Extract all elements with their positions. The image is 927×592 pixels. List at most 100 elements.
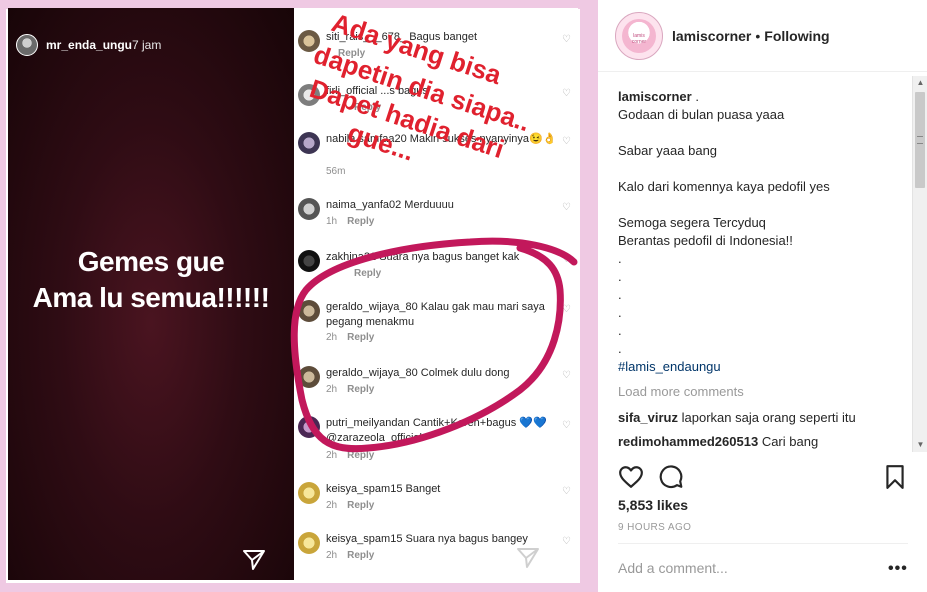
avatar[interactable]: lamis corner	[615, 12, 663, 60]
paper-plane-icon	[243, 550, 265, 570]
comment-time: 2h	[326, 384, 338, 395]
comment-reply: Reply	[354, 102, 382, 113]
comment-username: naima_yanfa02	[326, 199, 402, 211]
action-bar	[598, 456, 927, 496]
caption-username[interactable]: lamiscorner	[618, 89, 692, 104]
likes-count[interactable]: 5,853 likes	[618, 497, 688, 513]
scroll-down-arrow-icon[interactable]: ▼	[913, 438, 927, 452]
story-username: mr_enda_ungu	[46, 38, 133, 52]
comment-reply: Reply	[347, 332, 375, 343]
comment-username: zakhina21	[326, 251, 377, 263]
heart-icon: ♡	[562, 202, 571, 213]
comments-screenshot: siti_rais___678_ Bagus banget Reply ♡ fi…	[294, 8, 578, 580]
post-media[interactable]: mr_enda_ungu 7 jam Gemes gue Ama lu semu…	[0, 0, 598, 592]
heart-icon: ♡	[562, 304, 571, 315]
caption-line: .	[618, 341, 622, 356]
story-screenshot: mr_enda_ungu 7 jam Gemes gue Ama lu semu…	[8, 8, 294, 580]
comment-avatar	[298, 84, 320, 106]
comment-username: geraldo_wijaya_80	[326, 301, 418, 313]
comment-username: keisya_spam15	[326, 533, 403, 545]
comment-text: Suara nya bagus banget kak	[379, 251, 520, 263]
caption-line: .	[618, 323, 622, 338]
comment-reply: Reply	[347, 216, 375, 227]
comment-time: 56m	[326, 166, 346, 177]
comment-time: 1h	[326, 216, 338, 227]
paper-plane-icon	[517, 548, 539, 568]
load-more-comments-button[interactable]: Load more comments	[618, 384, 744, 399]
comment-avatar	[298, 250, 320, 272]
comment-reply: Reply	[347, 500, 375, 511]
comment-row: zakhina21 Suara nya bagus banget kak Rep…	[294, 250, 578, 300]
caption-line: .	[618, 287, 622, 302]
heart-icon: ♡	[562, 254, 571, 265]
caption-line: Berantas pedofil di Indonesia!!	[618, 233, 793, 248]
caption-first: .	[695, 89, 699, 104]
heart-icon: ♡	[562, 420, 571, 431]
comments-scrollbar[interactable]: ▲ ▼	[912, 76, 927, 452]
caption-line: .	[618, 251, 622, 266]
header-separator: •	[755, 28, 761, 44]
comment-time: 2h	[326, 450, 338, 461]
comment-row: firli_official ...s bagus Reply ♡	[294, 84, 578, 134]
caption-line: Semoga segera Tercyduq	[618, 215, 766, 230]
comment-time: 2h	[326, 500, 338, 511]
divider	[618, 543, 908, 544]
comment-username[interactable]: redimohammed260513	[618, 434, 758, 449]
bookmark-icon[interactable]	[882, 464, 908, 490]
heart-icon: ♡	[562, 536, 571, 547]
comment-item: sifa_viruz laporkan saja orang seperti i…	[618, 410, 856, 425]
comment-avatar	[298, 300, 320, 322]
caption-line: Kalo dari komennya kaya pedofil yes	[618, 179, 830, 194]
caption-line	[618, 196, 908, 214]
comment-reply: Reply	[354, 268, 382, 279]
comment-bubble-icon[interactable]	[658, 464, 684, 490]
comment-row: geraldo_wijaya_80 Colmek dulu dong 2h Rep…	[294, 366, 578, 416]
comment-avatar	[298, 30, 320, 52]
heart-icon: ♡	[562, 370, 571, 381]
header-username[interactable]: lamiscorner	[672, 28, 751, 44]
caption-line: Sabar yaaa bang	[618, 143, 718, 158]
comment-avatar	[298, 366, 320, 388]
caption-line	[618, 160, 908, 178]
comment-row: naima_yanfa02 Merduuuu 1h Reply ♡	[294, 198, 578, 248]
more-options-button[interactable]: •••	[888, 560, 908, 578]
scroll-up-arrow-icon[interactable]: ▲	[913, 76, 927, 90]
comment-item: redimohammed260513 Cari bang	[618, 434, 818, 449]
comment-reply: Reply	[347, 450, 375, 461]
comment-username: firli_official	[326, 85, 378, 97]
caption-line: Godaan di bulan puasa yaaa	[618, 107, 785, 122]
add-comment-input[interactable]	[618, 560, 868, 576]
story-caption-line-1: Gemes gue	[77, 246, 225, 277]
post-sidebar: lamis corner lamiscorner • Following lamis…	[598, 0, 927, 592]
comment-text: Merduuuu	[404, 199, 454, 211]
comment-text: laporkan saja orang seperti itu	[681, 410, 856, 425]
comment-text: Bagus banget	[409, 31, 478, 43]
comment-row: putri_meilyandan Cantik+Keren+bagus 💙💙 @…	[294, 416, 578, 472]
comment-reply: Reply	[338, 48, 366, 59]
heart-icon: ♡	[562, 88, 571, 99]
scrollbar-thumb[interactable]	[915, 92, 925, 188]
comment-username: putri_meilyandan	[326, 417, 410, 429]
story-time: 7 jam	[132, 38, 162, 52]
story-avatar	[16, 34, 38, 56]
comment-row: geraldo_wijaya_80 Kalau gak mau mari say…	[294, 300, 578, 356]
heart-icon[interactable]	[618, 464, 644, 490]
comment-avatar	[298, 416, 320, 438]
comment-avatar	[298, 532, 320, 554]
story-caption: Gemes gue Ama lu semua!!!!!!	[8, 244, 294, 316]
comment-text: Colmek dulu dong	[420, 367, 510, 379]
story-caption-line-2: Ama lu semua!!!!!!	[32, 282, 270, 313]
comment-text: Banget	[405, 483, 441, 495]
comment-text: Makin sukses nyanyinya😉👌	[409, 133, 557, 145]
grip-icon	[917, 136, 923, 144]
caption-line: .	[618, 269, 622, 284]
comment-text: Cari bang	[761, 434, 819, 449]
comment-reply: Reply	[347, 550, 375, 561]
comment-avatar	[298, 198, 320, 220]
post-caption: lamiscorner . Godaan di bulan puasa yaaa…	[618, 88, 908, 376]
following-button[interactable]: Following	[764, 28, 829, 44]
caption-line: .	[618, 305, 622, 320]
post-timestamp[interactable]: 9 HOURS AGO	[618, 522, 691, 533]
comment-username[interactable]: sifa_viruz	[618, 410, 678, 425]
hashtag-link[interactable]: #lamis_endaungu	[618, 358, 908, 376]
